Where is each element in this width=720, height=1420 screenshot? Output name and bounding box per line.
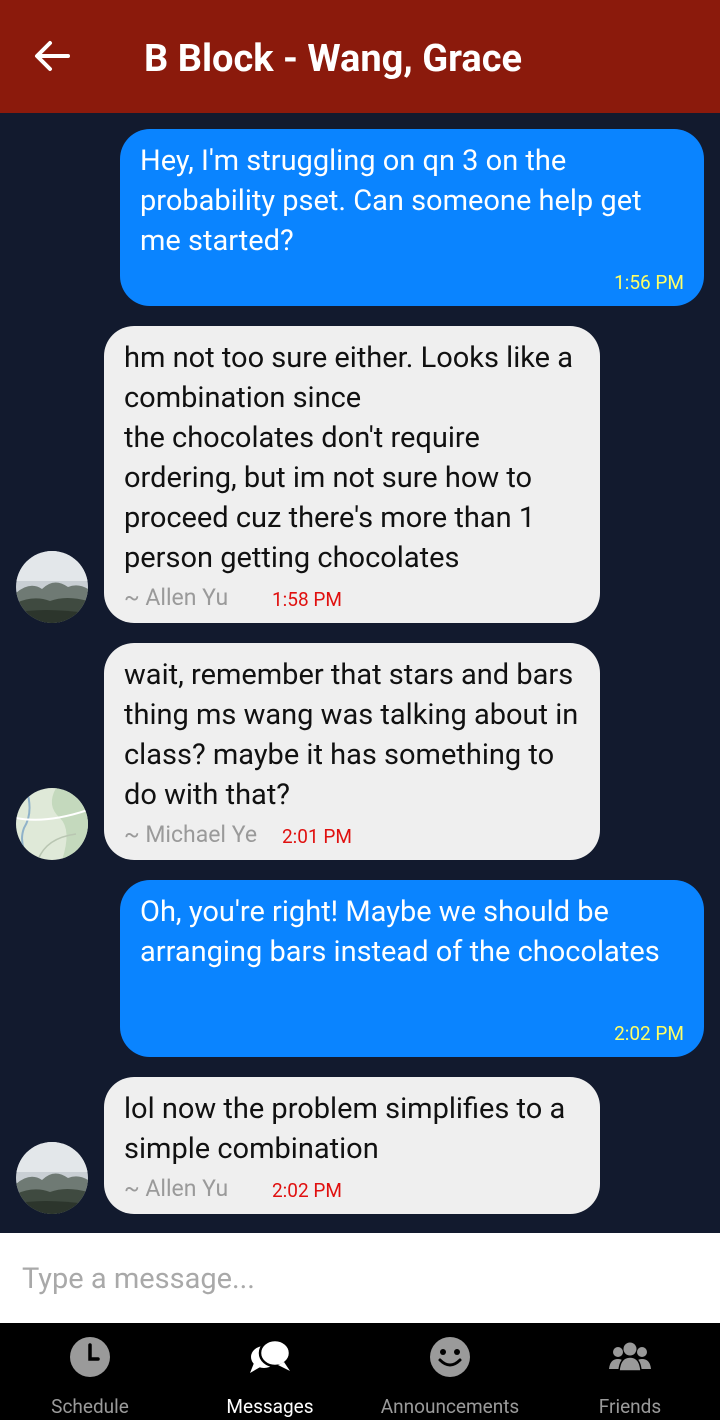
nav-item-announcements[interactable]: Announcements: [360, 1323, 540, 1420]
message-sender: ~ Allen Yu: [124, 584, 229, 611]
back-button[interactable]: [30, 34, 74, 78]
avatar[interactable]: [16, 1142, 88, 1214]
message-time: 2:01 PM: [282, 825, 352, 848]
message-bubble-incoming[interactable]: hm not too sure either. Looks like a com…: [104, 326, 600, 623]
chat-bubbles-icon: [250, 1338, 292, 1373]
message-text: Hey, I'm struggling on qn 3 on the proba…: [140, 144, 642, 258]
message-time: 2:02 PM: [272, 1179, 342, 1202]
nav-item-friends[interactable]: Friends: [540, 1323, 720, 1420]
message-bubble-outgoing[interactable]: Oh, you're right! Maybe we should be arr…: [120, 880, 704, 1057]
message-time: 1:58 PM: [272, 588, 342, 611]
map-avatar-icon: [16, 788, 88, 860]
nav-label: Schedule: [51, 1395, 129, 1418]
people-icon: [609, 1342, 651, 1372]
message-sender: ~ Michael Ye: [124, 821, 258, 848]
message-text: wait, remember that stars and bars thing…: [124, 658, 579, 812]
avatar[interactable]: [16, 551, 88, 623]
composer-bar: [0, 1233, 720, 1323]
message-list[interactable]: Hey, I'm struggling on qn 3 on the proba…: [0, 113, 720, 1233]
header-bar: B Block - Wang, Grace: [0, 0, 720, 113]
nav-label: Announcements: [380, 1395, 520, 1418]
message-text: hm not too sure either. Looks like a com…: [124, 341, 574, 575]
mountain-avatar-icon: [16, 1142, 88, 1214]
message-text: lol now the problem simplifies to a simp…: [124, 1092, 566, 1166]
nav-label: Friends: [598, 1395, 662, 1418]
bottom-nav: Schedule Messages Announcements Friends: [0, 1323, 720, 1420]
conversation-title: B Block - Wang, Grace: [144, 37, 523, 81]
arrow-left-icon: [35, 41, 70, 71]
message-bubble-incoming[interactable]: lol now the problem simplifies to a simp…: [104, 1077, 600, 1214]
mountain-avatar-icon: [16, 551, 88, 623]
message-time: 1:56 PM: [614, 271, 684, 294]
clock-icon: [70, 1337, 110, 1377]
smiley-icon: [430, 1337, 470, 1377]
avatar[interactable]: [16, 788, 88, 860]
message-text: Oh, you're right! Maybe we should be arr…: [140, 895, 660, 969]
message-time: 2:02 PM: [614, 1022, 684, 1045]
message-input[interactable]: [20, 1253, 704, 1305]
nav-item-messages[interactable]: Messages: [180, 1323, 360, 1420]
message-bubble-incoming[interactable]: wait, remember that stars and bars thing…: [104, 643, 600, 860]
nav-label: Messages: [226, 1395, 314, 1418]
nav-item-schedule[interactable]: Schedule: [0, 1323, 180, 1420]
message-sender: ~ Allen Yu: [124, 1175, 229, 1202]
message-bubble-outgoing[interactable]: Hey, I'm struggling on qn 3 on the proba…: [120, 129, 704, 306]
